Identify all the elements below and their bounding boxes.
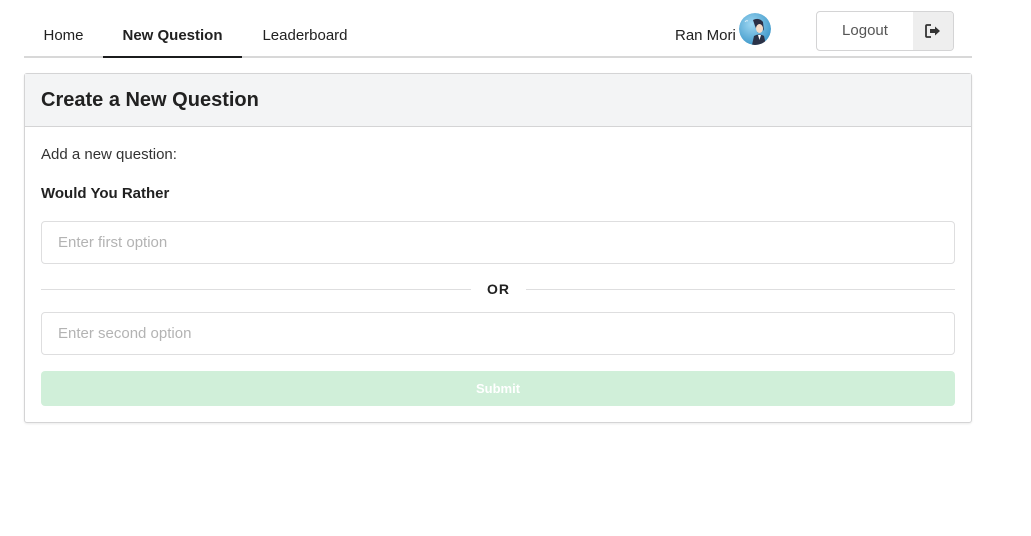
new-question-card: Create a New Question Add a new question… xyxy=(24,73,972,423)
user-name: Ran Mori xyxy=(675,27,736,44)
sign-out-icon xyxy=(913,12,953,50)
nav-item-leaderboard[interactable]: Leaderboard xyxy=(242,0,368,58)
nav-item-new-question[interactable]: New Question xyxy=(103,0,242,58)
divider-line-right xyxy=(526,289,955,290)
logout-button[interactable]: Logout xyxy=(816,11,954,51)
divider-line-left xyxy=(41,289,471,290)
logout-label: Logout xyxy=(842,22,888,39)
avatar xyxy=(739,13,771,45)
first-option-input[interactable] xyxy=(41,221,955,264)
top-nav: Home New Question Leaderboard Ran Mori L… xyxy=(24,0,972,58)
would-you-rather-heading: Would You Rather xyxy=(41,185,170,202)
second-option-input[interactable] xyxy=(41,312,955,355)
card-title: Create a New Question xyxy=(25,74,971,127)
nav-item-home[interactable]: Home xyxy=(24,0,103,58)
or-label: OR xyxy=(487,281,510,297)
add-question-prompt: Add a new question: xyxy=(41,146,177,163)
or-divider: OR xyxy=(41,278,955,300)
submit-button[interactable]: Submit xyxy=(41,371,955,406)
